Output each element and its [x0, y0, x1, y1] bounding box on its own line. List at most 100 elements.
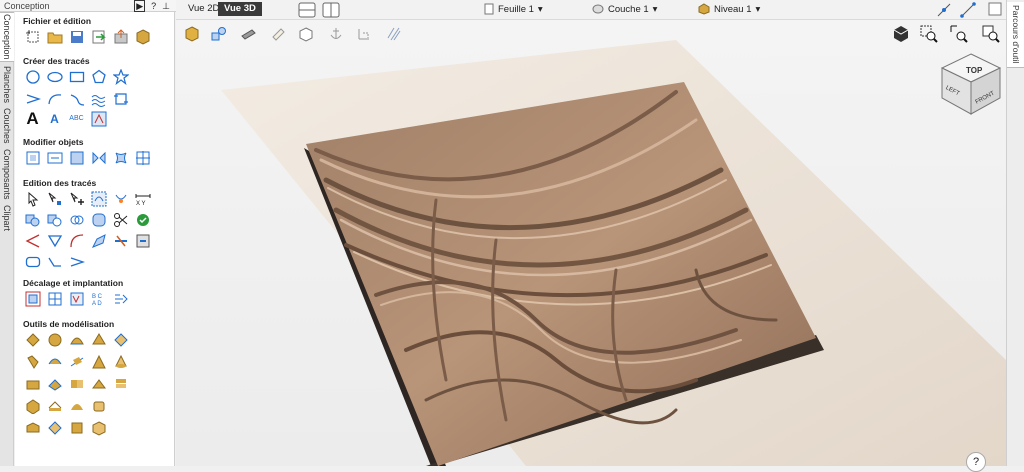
- check-icon[interactable]: [133, 211, 152, 228]
- angle-icon[interactable]: [23, 232, 42, 249]
- new-file-icon[interactable]: [23, 28, 42, 45]
- axes-icon[interactable]: [356, 26, 372, 45]
- polygon-icon[interactable]: [89, 68, 108, 85]
- model-block-icon[interactable]: [23, 397, 42, 414]
- arc-icon[interactable]: [45, 90, 64, 107]
- shading-toggle-icon[interactable]: [892, 25, 910, 46]
- nesting-icon[interactable]: [67, 290, 86, 307]
- bitmap-trace-icon[interactable]: [89, 110, 108, 127]
- tab-vue-3d[interactable]: Vue 3D: [218, 2, 262, 16]
- view-cube[interactable]: TOP LEFT FRONT: [940, 52, 1002, 119]
- intersect-icon[interactable]: [67, 211, 86, 228]
- polyline-icon[interactable]: [23, 90, 42, 107]
- model-cone-icon[interactable]: [111, 353, 130, 370]
- tab-conception[interactable]: Conception: [0, 12, 14, 62]
- shaded-block-icon[interactable]: [184, 26, 200, 45]
- text-icon[interactable]: A: [23, 109, 42, 128]
- open-folder-icon[interactable]: [45, 28, 64, 45]
- model-zero-icon[interactable]: [67, 419, 86, 436]
- star-icon[interactable]: [111, 68, 130, 85]
- tab-composants[interactable]: Composants: [0, 146, 14, 202]
- zoom-selection-icon[interactable]: [982, 25, 1000, 46]
- tab-couches[interactable]: Couches: [0, 106, 14, 146]
- model-split-icon[interactable]: [45, 419, 64, 436]
- toolpath-icon[interactable]: [386, 26, 402, 45]
- subtract-icon[interactable]: [45, 211, 64, 228]
- panel-pin-button[interactable]: ⊥: [162, 0, 170, 12]
- model-extrude-icon[interactable]: [23, 353, 42, 370]
- export-icon[interactable]: [111, 28, 130, 45]
- tab-planches[interactable]: Planches: [0, 64, 14, 106]
- model-sculpt-icon[interactable]: [89, 397, 108, 414]
- model-pyramid-icon[interactable]: [89, 331, 108, 348]
- layer-dropdown[interactable]: Couche 1 ▾: [592, 3, 657, 15]
- sheet-dropdown[interactable]: Feuille 1 ▾: [484, 3, 543, 15]
- trim-icon[interactable]: [111, 232, 130, 249]
- transform-icon[interactable]: [23, 149, 42, 166]
- triangle-down-icon[interactable]: [45, 232, 64, 249]
- panel-toggle-button[interactable]: ▶: [134, 0, 146, 12]
- 3d-viewport[interactable]: [176, 20, 1006, 466]
- panel-help-button[interactable]: ?: [151, 0, 156, 12]
- rounded-rect-icon[interactable]: [23, 253, 42, 270]
- add-node-icon[interactable]: [67, 190, 86, 207]
- box-3d-icon[interactable]: [133, 28, 152, 45]
- curve-fit-icon[interactable]: [67, 232, 86, 249]
- zoom-fit-icon[interactable]: [950, 25, 968, 46]
- split-vertical-icon[interactable]: [322, 2, 340, 21]
- material-icon[interactable]: [240, 26, 256, 45]
- scale-icon[interactable]: [45, 149, 64, 166]
- rectangle-icon[interactable]: [67, 68, 86, 85]
- cube-outline-icon[interactable]: [298, 26, 314, 45]
- copy-along-icon[interactable]: B CA D: [89, 290, 108, 307]
- fillet-icon[interactable]: [89, 211, 108, 228]
- mirror-icon[interactable]: [89, 149, 108, 166]
- help-button[interactable]: ?: [966, 452, 986, 472]
- rotate-icon[interactable]: [67, 149, 86, 166]
- text-arc-icon[interactable]: ABC: [67, 110, 86, 127]
- ellipse-icon[interactable]: [45, 68, 64, 85]
- window-restore-icon[interactable]: [988, 2, 1002, 19]
- model-bevel-icon[interactable]: [23, 331, 42, 348]
- save-icon[interactable]: [67, 28, 86, 45]
- text-on-curve-icon[interactable]: A: [45, 110, 64, 127]
- model-diamond-icon[interactable]: [111, 331, 130, 348]
- extend-icon[interactable]: [67, 253, 86, 270]
- level-dropdown[interactable]: Niveau 1 ▾: [698, 3, 760, 15]
- split-view-icon[interactable]: [298, 2, 316, 21]
- snap-icon[interactable]: [936, 2, 952, 21]
- curve-icon[interactable]: [67, 90, 86, 107]
- scissors-icon[interactable]: [111, 211, 130, 228]
- slot-icon[interactable]: [45, 253, 64, 270]
- tab-parcours-outil[interactable]: Parcours d'outil: [1007, 2, 1024, 68]
- model-dome-icon[interactable]: [67, 331, 86, 348]
- align-icon[interactable]: [133, 149, 152, 166]
- circle-icon[interactable]: [23, 68, 42, 85]
- model-sweep-icon[interactable]: [67, 353, 86, 370]
- model-wedge-icon[interactable]: [89, 353, 108, 370]
- shapes-icon[interactable]: [210, 26, 228, 45]
- model-tilt-icon[interactable]: [89, 375, 108, 392]
- distort-icon[interactable]: [111, 149, 130, 166]
- model-revolve-icon[interactable]: [45, 353, 64, 370]
- chamfer-icon[interactable]: [89, 232, 108, 249]
- sheet-outline-icon[interactable]: [270, 26, 286, 45]
- measure-icon[interactable]: X Y: [133, 190, 152, 207]
- anchor-icon[interactable]: [328, 26, 344, 45]
- view-cube-top[interactable]: TOP: [966, 66, 983, 75]
- model-shape-icon[interactable]: [45, 375, 64, 392]
- array-icon[interactable]: [45, 290, 64, 307]
- tab-clipart[interactable]: Clipart: [0, 202, 14, 234]
- model-cube-icon[interactable]: [89, 419, 108, 436]
- model-stack-icon[interactable]: [111, 375, 130, 392]
- model-plate-icon[interactable]: [23, 375, 42, 392]
- offset-icon[interactable]: [23, 290, 42, 307]
- model-sphere-icon[interactable]: [45, 331, 64, 348]
- zoom-box-icon[interactable]: [920, 25, 938, 46]
- model-smooth-icon[interactable]: [67, 397, 86, 414]
- model-mold-icon[interactable]: [23, 419, 42, 436]
- select-icon[interactable]: [23, 190, 42, 207]
- smooth-icon[interactable]: [89, 190, 108, 207]
- fit-vectors-icon[interactable]: [111, 290, 130, 307]
- weld-icon[interactable]: [23, 211, 42, 228]
